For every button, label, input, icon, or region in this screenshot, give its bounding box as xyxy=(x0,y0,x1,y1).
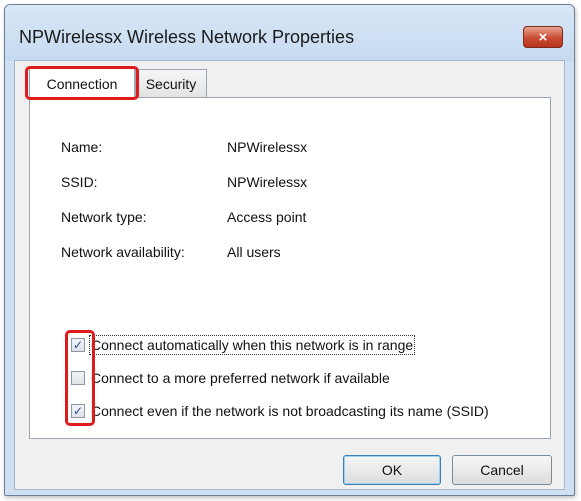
dialog-window: NPWirelessx Wireless Network Properties … xyxy=(4,4,575,496)
network-type-label: Network type: xyxy=(61,209,147,225)
close-button[interactable]: × xyxy=(523,26,563,48)
connect-hidden-ssid-option[interactable]: ✓ Connect even if the network is not bro… xyxy=(71,401,489,421)
network-availability-label: Network availability: xyxy=(61,244,185,260)
tab-security-label: Security xyxy=(145,75,197,92)
connection-panel: Name: NPWirelessx SSID: NPWirelessx Netw… xyxy=(29,97,551,439)
name-value: NPWirelessx xyxy=(227,139,308,155)
ok-button[interactable]: OK xyxy=(343,455,441,485)
tab-security[interactable]: Security xyxy=(135,69,207,97)
close-icon: × xyxy=(538,28,548,46)
connect-hidden-ssid-label[interactable]: Connect even if the network is not broad… xyxy=(91,403,489,419)
name-label: Name: xyxy=(61,139,103,155)
dialog-client-area: Connection Security Name: NPWirelessx SS… xyxy=(14,60,565,490)
ssid-label: SSID: xyxy=(61,174,98,190)
ssid-value: NPWirelessx xyxy=(227,174,308,190)
connect-automatically-label[interactable]: Connect automatically when this network … xyxy=(88,335,416,355)
network-availability-value: All users xyxy=(227,244,281,260)
network-type-value: Access point xyxy=(227,209,307,225)
connect-preferred-label[interactable]: Connect to a more preferred network if a… xyxy=(91,370,390,386)
connect-preferred-option[interactable]: Connect to a more preferred network if a… xyxy=(71,368,390,388)
checkbox-highlight-annotation xyxy=(65,330,95,426)
title-bar[interactable]: NPWirelessx Wireless Network Properties … xyxy=(5,5,574,61)
cancel-button[interactable]: Cancel xyxy=(452,455,552,485)
window-title: NPWirelessx Wireless Network Properties xyxy=(19,27,355,47)
connect-automatically-option[interactable]: ✓ Connect automatically when this networ… xyxy=(71,335,416,355)
tab-highlight-annotation xyxy=(25,66,139,100)
